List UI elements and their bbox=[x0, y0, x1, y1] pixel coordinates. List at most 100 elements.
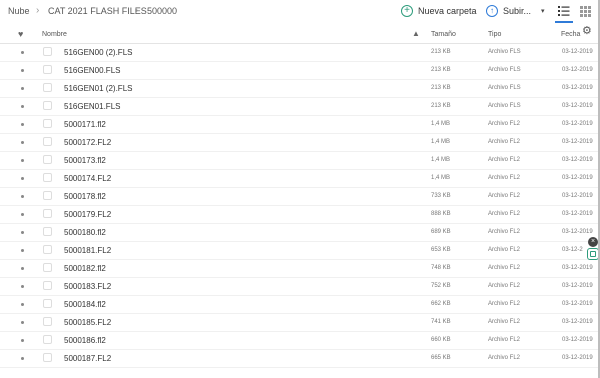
file-date: 03-12-2019 bbox=[562, 229, 593, 235]
file-date: 03-12-2019 bbox=[562, 319, 593, 325]
table-row[interactable]: 5000172.FL2 1,4 MB Archivo FL2 03-12-2019 bbox=[0, 134, 600, 152]
file-checkbox[interactable] bbox=[43, 335, 52, 344]
column-header-date[interactable]: Fecha bbox=[561, 31, 580, 38]
list-view-icon[interactable] bbox=[557, 4, 571, 18]
table-row[interactable]: 5000187.FL2 665 KB Archivo FL2 03-12-2019 bbox=[0, 350, 600, 368]
file-name[interactable]: 5000174.FL2 bbox=[64, 174, 111, 183]
table-row[interactable]: 516GEN00 (2).FLS 213 KB Archivo FLS 03-12-2… bbox=[0, 44, 600, 62]
grid-view-icon[interactable] bbox=[578, 4, 592, 18]
table-row[interactable]: 516GEN01.FLS 213 KB Archivo FLS 03-12-2019 bbox=[0, 98, 600, 116]
file-checkbox[interactable] bbox=[43, 191, 52, 200]
column-header-size[interactable]: Tamaño bbox=[431, 31, 456, 38]
file-date: 03-12-2019 bbox=[562, 193, 593, 199]
row-dot-icon bbox=[21, 177, 24, 180]
file-name[interactable]: 5000183.FL2 bbox=[64, 282, 111, 291]
column-header-type[interactable]: Tipo bbox=[488, 31, 501, 38]
file-name[interactable]: 5000173.fl2 bbox=[64, 156, 106, 165]
file-name[interactable]: 5000187.FL2 bbox=[64, 354, 111, 363]
file-date: 03-12-2019 bbox=[562, 157, 593, 163]
file-checkbox[interactable] bbox=[43, 119, 52, 128]
file-size: 1,4 MB bbox=[431, 157, 451, 163]
upload-arrow-icon: ↑ bbox=[486, 5, 498, 17]
table-row[interactable]: 5000181.FL2 653 KB Archivo FL2 03-12-2 bbox=[0, 242, 600, 260]
file-size: 213 KB bbox=[431, 67, 451, 73]
row-dot-icon bbox=[21, 159, 24, 162]
file-name[interactable]: 5000180.fl2 bbox=[64, 228, 106, 237]
file-checkbox[interactable] bbox=[43, 209, 52, 218]
file-type: Archivo FLS bbox=[488, 49, 521, 55]
file-checkbox[interactable] bbox=[43, 101, 52, 110]
file-date: 03-12-2019 bbox=[562, 67, 593, 73]
file-type: Archivo FL2 bbox=[488, 229, 521, 235]
table-row[interactable]: 5000182.fl2 748 KB Archivo FL2 03-12-2019 bbox=[0, 260, 600, 278]
file-type: Archivo FL2 bbox=[488, 157, 521, 163]
file-type: Archivo FLS bbox=[488, 67, 521, 73]
table-row[interactable]: 5000186.fl2 660 KB Archivo FL2 03-12-2019 bbox=[0, 332, 600, 350]
file-checkbox[interactable] bbox=[43, 263, 52, 272]
table-row[interactable]: 5000180.fl2 689 KB Archivo FL2 03-12-2019 bbox=[0, 224, 600, 242]
file-checkbox[interactable] bbox=[43, 299, 52, 308]
row-dot-icon bbox=[21, 213, 24, 216]
file-checkbox[interactable] bbox=[43, 317, 52, 326]
table-row[interactable]: 5000171.fl2 1,4 MB Archivo FL2 03-12-2019 bbox=[0, 116, 600, 134]
file-checkbox[interactable] bbox=[43, 83, 52, 92]
file-name[interactable]: 5000179.FL2 bbox=[64, 210, 111, 219]
table-row[interactable]: 5000178.fl2 733 KB Archivo FL2 03-12-2019 bbox=[0, 188, 600, 206]
favorite-heart-icon[interactable]: ♥ bbox=[18, 29, 23, 39]
upload-label: Subir... bbox=[503, 6, 532, 16]
file-type: Archivo FL2 bbox=[488, 337, 521, 343]
row-dot-icon bbox=[21, 105, 24, 108]
file-name[interactable]: 5000186.fl2 bbox=[64, 336, 106, 345]
file-checkbox[interactable] bbox=[43, 173, 52, 182]
file-size: 662 KB bbox=[431, 301, 451, 307]
table-row[interactable]: 5000179.FL2 888 KB Archivo FL2 03-12-2019 bbox=[0, 206, 600, 224]
file-checkbox[interactable] bbox=[43, 281, 52, 290]
breadcrumb-separator: › bbox=[135, 5, 139, 16]
file-name[interactable]: 5000185.FL2 bbox=[64, 318, 111, 327]
file-checkbox[interactable] bbox=[43, 155, 52, 164]
file-name[interactable]: 516GEN01 (2).FLS bbox=[64, 84, 132, 93]
sort-up-icon[interactable]: ▲ bbox=[412, 29, 420, 38]
breadcrumb-item-folder[interactable]: CAT 2021 FLASH FILES bbox=[48, 6, 147, 16]
table-row[interactable]: 5000173.fl2 1,4 MB Archivo FL2 03-12-2019 bbox=[0, 152, 600, 170]
file-name[interactable]: 516GEN01.FLS bbox=[64, 102, 120, 111]
file-type: Archivo FLS bbox=[488, 103, 521, 109]
file-date: 03-12-2019 bbox=[562, 301, 593, 307]
file-name[interactable]: 5000171.fl2 bbox=[64, 120, 106, 129]
file-size: 748 KB bbox=[431, 265, 451, 271]
file-type: Archivo FL2 bbox=[488, 193, 521, 199]
file-name[interactable]: 516GEN00.FLS bbox=[64, 66, 120, 75]
file-name[interactable]: 5000172.FL2 bbox=[64, 138, 111, 147]
table-row[interactable]: 5000185.FL2 741 KB Archivo FL2 03-12-2019 bbox=[0, 314, 600, 332]
column-header-name[interactable]: Nombre bbox=[42, 31, 67, 38]
file-checkbox[interactable] bbox=[43, 245, 52, 254]
file-name[interactable]: 516GEN00 (2).FLS bbox=[64, 48, 132, 57]
breadcrumb-item-current[interactable]: 500000 bbox=[147, 6, 177, 16]
close-icon[interactable]: × bbox=[588, 237, 598, 247]
file-checkbox[interactable] bbox=[43, 65, 52, 74]
new-folder-button[interactable]: + Nueva carpeta bbox=[401, 3, 477, 19]
file-size: 653 KB bbox=[431, 247, 451, 253]
table-row[interactable]: 516GEN01 (2).FLS 213 KB Archivo FLS 03-12-2… bbox=[0, 80, 600, 98]
file-name[interactable]: 5000184.fl2 bbox=[64, 300, 106, 309]
file-checkbox[interactable] bbox=[43, 137, 52, 146]
table-row[interactable]: 5000174.FL2 1,4 MB Archivo FL2 03-12-2019 bbox=[0, 170, 600, 188]
file-size: 1,4 MB bbox=[431, 121, 451, 127]
file-checkbox[interactable] bbox=[43, 353, 52, 362]
file-checkbox[interactable] bbox=[43, 47, 52, 56]
file-type: Archivo FL2 bbox=[488, 211, 521, 217]
table-header: ♥ Nombre ▲ Tamaño Tipo Fecha bbox=[0, 26, 600, 44]
file-name[interactable]: 5000178.fl2 bbox=[64, 192, 106, 201]
table-row[interactable]: 516GEN00.FLS 213 KB Archivo FLS 03-12-2019 bbox=[0, 62, 600, 80]
upload-button[interactable]: ↑ Subir... ▾ bbox=[486, 3, 545, 19]
chat-widget-glyph bbox=[590, 251, 596, 257]
file-name[interactable]: 5000181.FL2 bbox=[64, 246, 111, 255]
file-size: 213 KB bbox=[431, 85, 451, 91]
file-name[interactable]: 5000182.fl2 bbox=[64, 264, 106, 273]
file-type: Archivo FL2 bbox=[488, 121, 521, 127]
breadcrumb-item-root[interactable]: Nube bbox=[8, 6, 30, 16]
file-checkbox[interactable] bbox=[43, 227, 52, 236]
table-row[interactable]: 5000184.fl2 662 KB Archivo FL2 03-12-2019 bbox=[0, 296, 600, 314]
table-row[interactable]: 5000183.FL2 752 KB Archivo FL2 03-12-2019 bbox=[0, 278, 600, 296]
file-type: Archivo FL2 bbox=[488, 265, 521, 271]
